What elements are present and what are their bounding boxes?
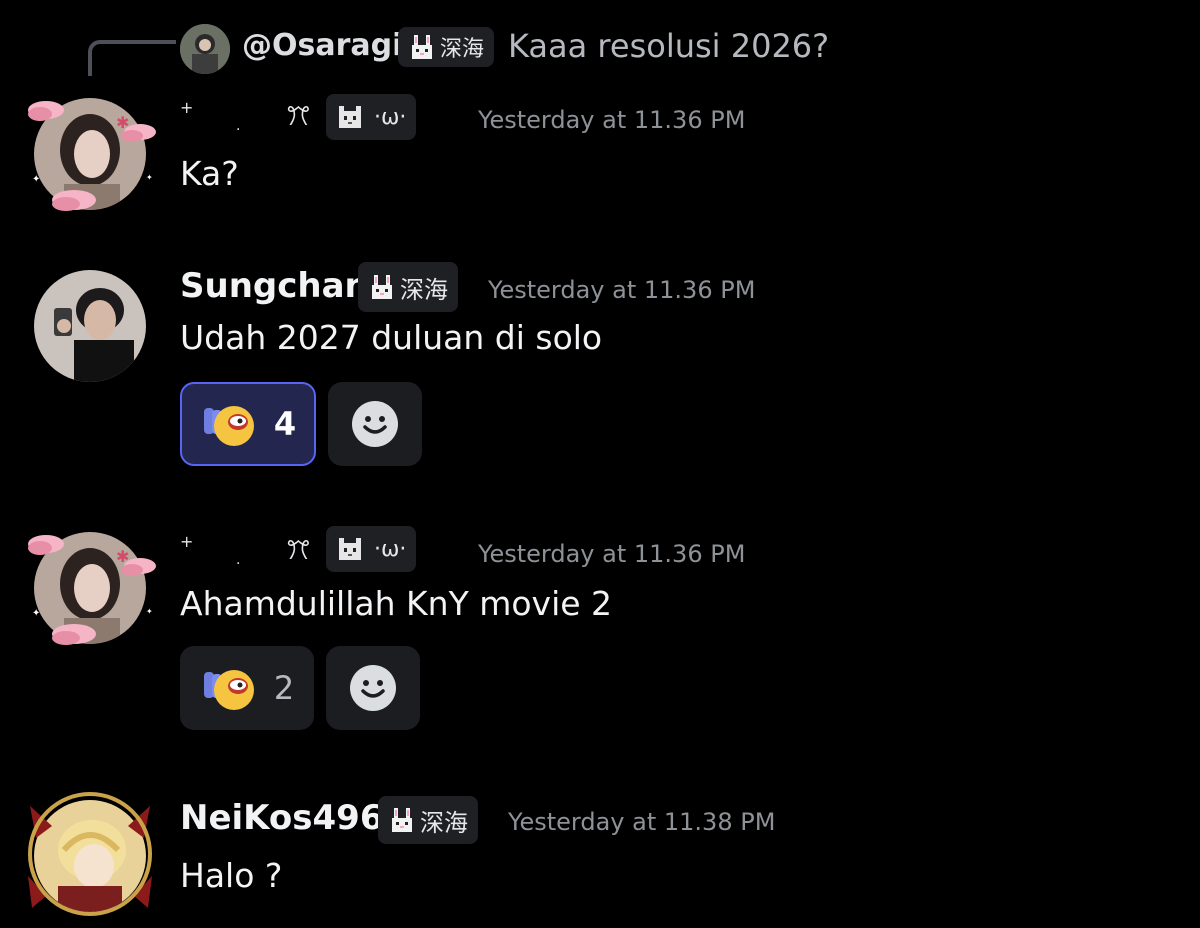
user-tag: ·ω· [326,526,417,572]
username[interactable]: NeiKos496 [180,798,384,838]
username[interactable]: Sungchan [180,266,369,306]
bunny-icon [372,275,392,299]
user-tag: 深海 [378,796,478,844]
tag-label: 深海 [420,808,468,837]
username-glyph[interactable]: + [180,532,193,551]
smile-icon [352,401,398,447]
reaction-button[interactable]: 2 [180,646,314,730]
bunny-icon [412,35,432,59]
message-content: Halo ? [180,856,283,895]
add-reaction-button[interactable] [326,646,420,730]
cat-icon [339,538,361,560]
reaction-count: 4 [273,405,297,443]
praying-emoji-icon [203,406,254,446]
message-content: Ahamdulillah KnY movie 2 [180,584,613,623]
add-reaction-button[interactable] [328,382,422,466]
username-glyph[interactable]: ꔫ [286,536,311,567]
tag-label: ·ω· [374,104,407,130]
reply-author-tag: 深海 [398,27,495,67]
user-tag: ·ω· [326,94,417,140]
timestamp: Yesterday at 11.36 PM [488,276,756,304]
avatar[interactable] [34,98,146,210]
tag-label: 深海 [400,275,448,304]
message-content: Ka? [180,154,239,193]
reply-content[interactable]: Kaaa resolusi 2026? [508,27,829,65]
tag-label: ·ω· [374,536,407,562]
username-glyph[interactable]: . [236,552,240,568]
timestamp: Yesterday at 11.38 PM [508,808,776,836]
svg-text:✦: ✦ [146,607,153,616]
message-content: Udah 2027 duluan di solo [180,318,603,357]
smile-icon [350,665,396,711]
avatar[interactable] [34,532,146,644]
username-glyph[interactable]: . [236,118,240,134]
praying-emoji-icon [203,670,254,710]
tag-label: 深海 [440,37,485,62]
avatar[interactable] [34,800,146,912]
cat-icon [339,106,361,128]
username-glyph[interactable]: ꔫ [286,102,311,133]
reply-author[interactable]: @Osaragi [242,28,402,63]
user-tag: 深海 [358,262,458,312]
timestamp: Yesterday at 11.36 PM [478,540,746,568]
avatar[interactable] [34,270,146,382]
timestamp: Yesterday at 11.36 PM [478,106,746,134]
reaction-count: 2 [273,669,295,707]
reaction-button[interactable]: 4 [180,382,316,466]
svg-text:✦: ✦ [146,173,153,182]
bunny-icon [392,808,412,832]
reply-avatar[interactable] [180,24,230,74]
username-glyph[interactable]: + [180,98,193,117]
reply-connector [88,40,176,76]
